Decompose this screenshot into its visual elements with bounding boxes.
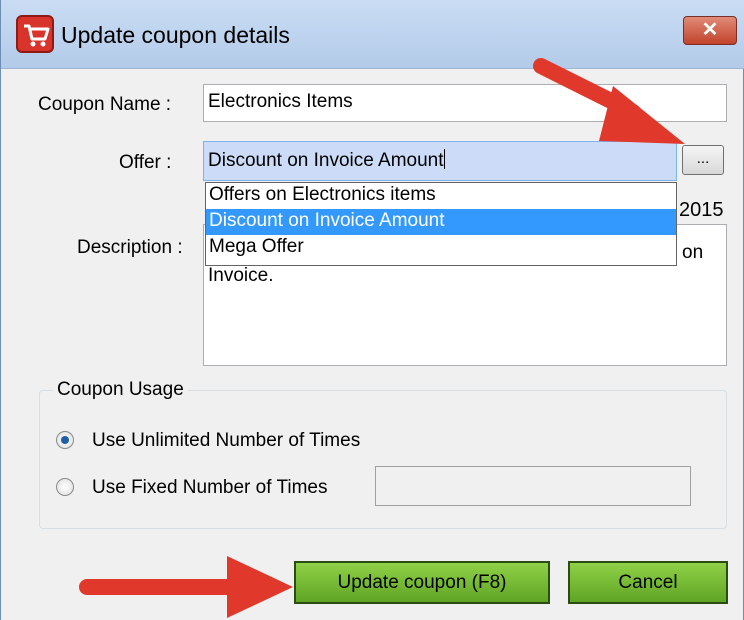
annotation-arrows (79, 58, 685, 618)
arrow-to-browse-button (533, 58, 685, 144)
arrow-to-update-button (79, 556, 293, 618)
update-coupon-dialog: Update coupon details ✕ Coupon Name : El… (0, 0, 744, 620)
